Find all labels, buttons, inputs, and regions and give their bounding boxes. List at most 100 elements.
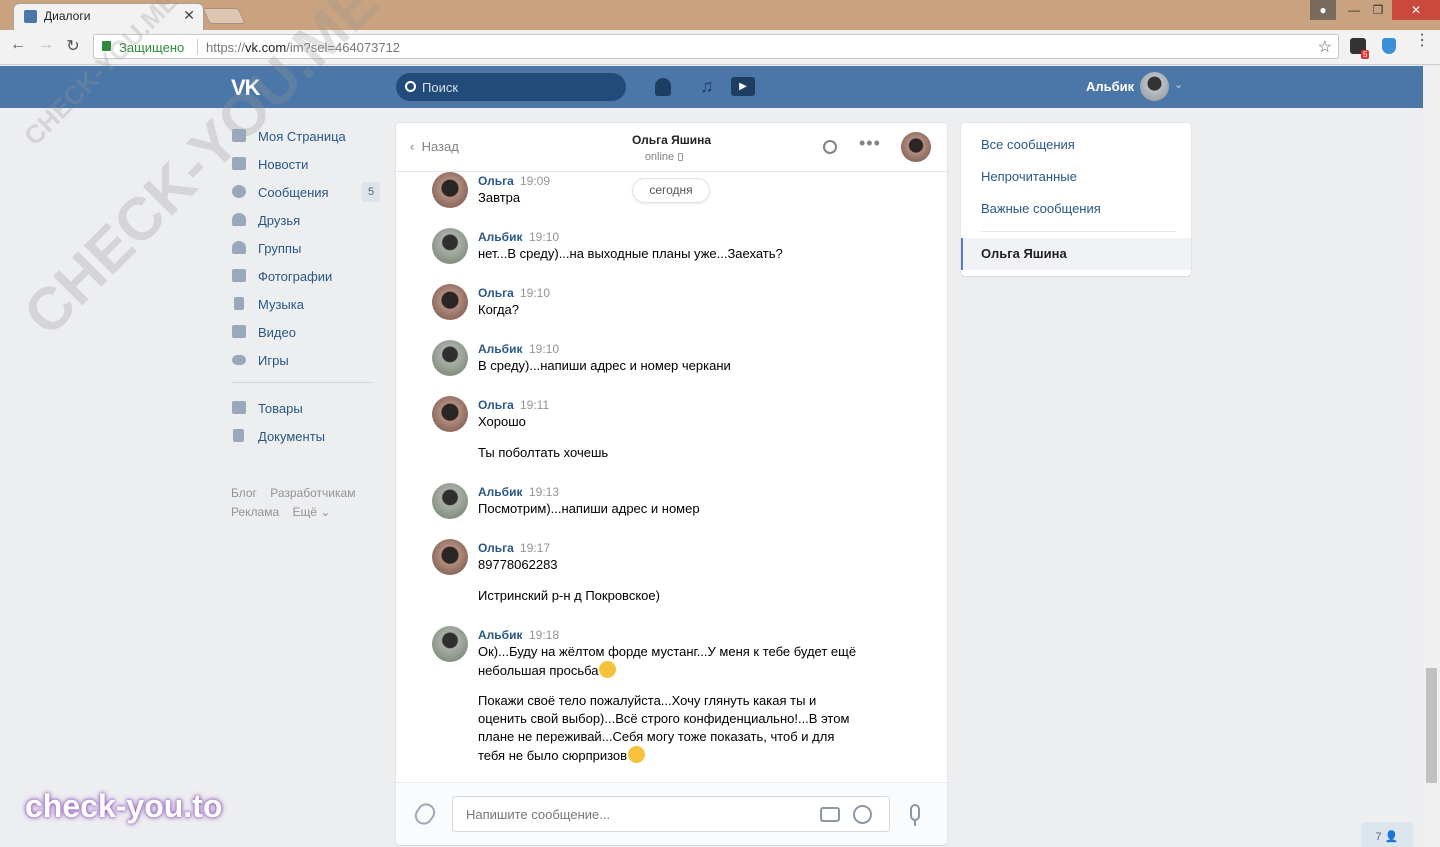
- dialog-filter-panel: Все сообщения Непрочитанные Важные сообщ…: [961, 123, 1191, 276]
- active-dialog-label: Ольга Яшина: [981, 246, 1067, 261]
- date-separator: сегодня: [632, 178, 710, 203]
- sidebar-item-photos[interactable]: Фотографии: [231, 262, 381, 290]
- sidebar-item-label: Музыка: [258, 297, 304, 312]
- ads-link[interactable]: Реклама: [231, 505, 279, 519]
- camera-icon: [232, 269, 246, 282]
- message-author[interactable]: Альбик: [478, 230, 522, 244]
- message-time[interactable]: 19:10: [529, 230, 559, 244]
- search-icon[interactable]: [823, 140, 837, 154]
- search-input[interactable]: [422, 79, 612, 95]
- message-text: Хорошо: [478, 414, 526, 429]
- message-author[interactable]: Ольга: [478, 398, 514, 412]
- messages-icon: [232, 185, 246, 198]
- emoji-icon: [599, 661, 617, 678]
- sidebar-item-label: Игры: [258, 353, 289, 368]
- message-author[interactable]: Ольга: [478, 174, 514, 188]
- play-icon[interactable]: ▶: [731, 77, 755, 96]
- chat-panel: ‹ Назад Ольга Яшина online ••• Ольга 19:…: [396, 123, 947, 845]
- more-icon[interactable]: •••: [859, 133, 881, 154]
- restore-button[interactable]: ❐: [1364, 0, 1392, 20]
- user-name[interactable]: Альбик: [1086, 79, 1134, 94]
- filter-unread[interactable]: Непрочитанные: [981, 169, 1077, 184]
- browser-titlebar: Диалоги ✕ ● — ❐ ✕: [0, 0, 1440, 30]
- avatar[interactable]: [432, 284, 468, 320]
- filter-all-messages[interactable]: Все сообщения: [981, 137, 1075, 152]
- message-time[interactable]: 19:10: [520, 286, 550, 300]
- message-text: Истринский р-н д Покровское): [478, 588, 660, 603]
- shield-extension-icon[interactable]: [1382, 38, 1396, 54]
- avatar[interactable]: [432, 483, 468, 519]
- camera-icon[interactable]: [820, 807, 840, 822]
- sidebar-item-music[interactable]: Музыка: [231, 290, 381, 318]
- sidebar-item-goods[interactable]: Товары: [231, 394, 381, 422]
- new-tab-button[interactable]: [202, 8, 246, 24]
- message-time[interactable]: 19:13: [529, 485, 559, 499]
- window-close-button[interactable]: ✕: [1392, 0, 1440, 20]
- vk-favicon-icon: [24, 10, 37, 23]
- sidebar-item-label: Видео: [258, 325, 296, 340]
- friends-icon: [232, 213, 246, 226]
- message-text: В среду)...напиши адрес и номер черкани: [478, 358, 731, 373]
- message-text: 89778062283: [478, 557, 558, 572]
- avatar[interactable]: [432, 396, 468, 432]
- mobile-icon: [678, 153, 684, 161]
- divider: [981, 231, 1176, 232]
- emoji-picker-icon[interactable]: [853, 805, 872, 824]
- microphone-icon[interactable]: [910, 804, 920, 821]
- message-time[interactable]: 19:18: [529, 628, 559, 642]
- developers-link[interactable]: Разработчикам: [270, 486, 355, 500]
- avatar[interactable]: [432, 539, 468, 575]
- gamepad-icon: [232, 355, 246, 365]
- message-author[interactable]: Альбик: [478, 342, 522, 356]
- avatar[interactable]: [432, 340, 468, 376]
- message-time[interactable]: 19:09: [520, 174, 550, 188]
- sidebar-item-news[interactable]: Новости: [231, 150, 381, 178]
- message-time[interactable]: 19:10: [529, 342, 559, 356]
- bell-icon[interactable]: [655, 78, 671, 96]
- left-sidebar: Моя Страница Новости Сообщения 5 Друзья …: [231, 122, 381, 450]
- close-icon[interactable]: ✕: [183, 7, 195, 24]
- smile-emoji-icon: [628, 746, 646, 763]
- blog-link[interactable]: Блог: [231, 486, 257, 500]
- forward-arrow-icon[interactable]: →: [36, 36, 56, 54]
- bookmark-star-icon[interactable]: ☆: [1318, 37, 1332, 57]
- sidebar-item-label: Сообщения: [258, 185, 329, 200]
- message-text: Ты поболтать хочешь: [478, 445, 609, 460]
- sidebar-item-video[interactable]: Видео: [231, 318, 381, 346]
- sidebar-item-my-page[interactable]: Моя Страница: [231, 122, 381, 150]
- more-link[interactable]: Ещё ⌄: [292, 505, 330, 519]
- sidebar-item-friends[interactable]: Друзья: [231, 206, 381, 234]
- avatar[interactable]: [432, 172, 468, 208]
- filter-important[interactable]: Важные сообщения: [981, 201, 1101, 216]
- sidebar-item-documents[interactable]: Документы: [231, 422, 381, 450]
- attach-icon[interactable]: [411, 799, 439, 829]
- avatar[interactable]: [432, 626, 468, 662]
- friends-online-button[interactable]: 7 👤: [1361, 822, 1413, 847]
- message-text: Когда?: [478, 302, 520, 317]
- back-arrow-icon[interactable]: ←: [8, 36, 28, 54]
- scrollbar-thumb[interactable]: [1426, 668, 1437, 783]
- avatar[interactable]: [1140, 72, 1169, 101]
- sidebar-item-groups[interactable]: Группы: [231, 234, 381, 262]
- status-text: online: [644, 151, 675, 163]
- reload-icon[interactable]: ↻: [63, 36, 83, 56]
- sidebar-item-games[interactable]: Игры: [231, 346, 381, 374]
- music-icon[interactable]: ♫: [700, 76, 714, 97]
- chevron-down-icon[interactable]: ⌄: [1174, 78, 1183, 91]
- sidebar-item-messages[interactable]: Сообщения 5: [231, 178, 381, 206]
- message-time[interactable]: 19:17: [520, 541, 550, 555]
- avatar[interactable]: [901, 132, 931, 162]
- sidebar-item-label: Документы: [258, 429, 326, 444]
- active-dialog-item[interactable]: Ольга Яшина: [961, 238, 1191, 270]
- message-author[interactable]: Альбик: [478, 628, 522, 642]
- message-time[interactable]: 19:11: [520, 398, 549, 412]
- browser-menu-icon[interactable]: ⋮: [1414, 33, 1430, 49]
- message-author[interactable]: Ольга: [478, 286, 514, 300]
- message-author[interactable]: Альбик: [478, 485, 522, 499]
- search-box[interactable]: [396, 73, 626, 101]
- message-text: нет...В среду)...на выходные планы уже..…: [478, 246, 783, 261]
- profile-icon[interactable]: ●: [1310, 0, 1336, 20]
- message-author[interactable]: Ольга: [478, 541, 514, 555]
- avatar[interactable]: [432, 228, 468, 264]
- extension-badge: 5: [1361, 50, 1370, 59]
